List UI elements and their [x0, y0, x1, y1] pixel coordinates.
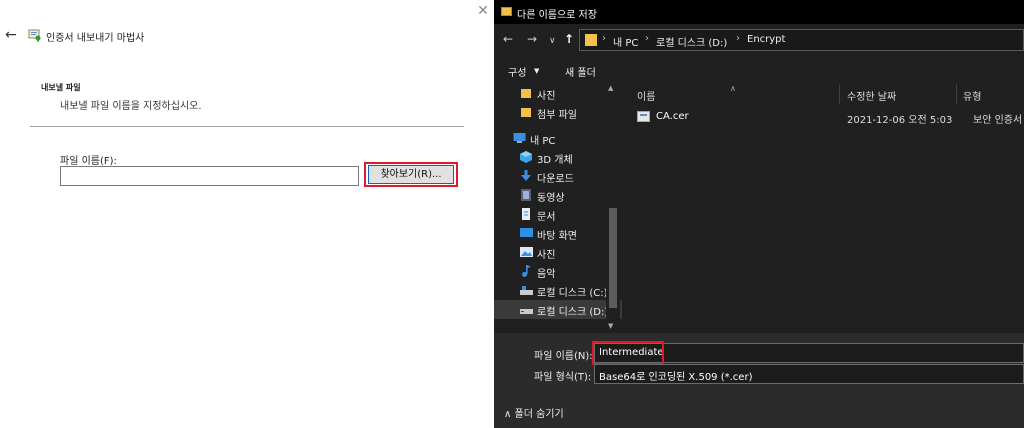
- sidebar-item-label: 사진: [537, 91, 556, 102]
- sidebar-item-desktop[interactable]: 바탕 화면: [494, 224, 622, 243]
- desktop-icon: [520, 227, 533, 239]
- breadcrumb-separator: ›: [736, 33, 740, 44]
- section-title: 내보낼 파일: [41, 83, 81, 92]
- breadcrumb-item[interactable]: 내 PC: [613, 34, 638, 49]
- filename-label: 파일 이름(N):: [534, 351, 593, 362]
- certificate-icon: [28, 29, 41, 42]
- download-icon: [520, 170, 532, 182]
- sidebar-item-label: 로컬 디스크 (C:): [537, 288, 608, 299]
- folder-icon: [520, 87, 532, 99]
- back-arrow-icon[interactable]: ←: [503, 32, 513, 46]
- address-bar[interactable]: › 내 PC › 로컬 디스크 (D:) › Encrypt: [579, 29, 1024, 51]
- column-header-type[interactable]: 유형: [963, 88, 981, 103]
- scroll-up-icon[interactable]: ▲: [608, 84, 613, 92]
- sidebar-item-music[interactable]: 음악: [494, 262, 622, 281]
- video-icon: [520, 189, 532, 201]
- sidebar-item-label: 로컬 디스크 (D:): [537, 307, 609, 318]
- navigation-pane: 사진 첨부 파일 내 PC 3D 개체 다운로드 동영상 문서 바탕 화면 사진…: [494, 82, 622, 332]
- scrollbar-thumb[interactable]: [609, 208, 617, 308]
- sidebar-item-pictures[interactable]: 사진: [494, 243, 622, 262]
- drive-icon: [520, 303, 533, 315]
- new-folder-button[interactable]: 새 폴더: [565, 64, 596, 79]
- sidebar-item-label: 3D 개체: [537, 155, 573, 166]
- filetype-label: 파일 형식(T):: [534, 372, 592, 383]
- sidebar-item-documents[interactable]: 문서: [494, 205, 622, 224]
- back-arrow-icon[interactable]: ←: [5, 27, 17, 43]
- certificate-file-icon: [637, 111, 650, 122]
- sidebar-item-attachments[interactable]: 첨부 파일: [494, 103, 622, 122]
- section-subtitle: 내보낼 파일 이름을 지정하십시오.: [60, 101, 202, 112]
- close-icon[interactable]: ✕: [476, 4, 490, 18]
- file-type: 보안 인증서: [973, 115, 1023, 126]
- dialog-titlebar: 다른 이름으로 저장: [494, 0, 1024, 24]
- up-arrow-icon[interactable]: ↑: [564, 32, 574, 46]
- sidebar-item-label: 바탕 화면: [537, 231, 577, 242]
- folder-icon: [585, 34, 597, 46]
- file-date: 2021-12-06 오전 5:03: [847, 115, 953, 126]
- save-as-dialog: 다른 이름으로 저장 ← → ∨ ↑ › 내 PC › 로컬 디스크 (D:) …: [494, 0, 1024, 428]
- sort-caret-icon: ∧: [730, 84, 736, 93]
- sidebar-item-label: 내 PC: [530, 136, 556, 147]
- dialog-title: 다른 이름으로 저장: [517, 10, 597, 21]
- sidebar-item-drive-c[interactable]: 로컬 디스크 (C:): [494, 281, 622, 300]
- column-divider[interactable]: [956, 84, 957, 104]
- hide-folders-button[interactable]: ∧ 폴더 숨기기: [504, 405, 564, 420]
- drive-icon: [520, 284, 533, 296]
- column-header-name[interactable]: 이름: [637, 88, 655, 103]
- file-row[interactable]: CA.cer 2021-12-06 오전 5:03 보안 인증서: [624, 108, 1024, 126]
- breadcrumb-item[interactable]: 로컬 디스크 (D:): [656, 34, 727, 49]
- recent-locations-chevron-icon[interactable]: ∨: [549, 34, 556, 48]
- sidebar-item-pictures-quick[interactable]: 사진: [494, 84, 622, 103]
- browse-button[interactable]: 찾아보기(R)...: [368, 165, 454, 184]
- forward-arrow-icon[interactable]: →: [527, 32, 537, 46]
- music-icon: [520, 265, 532, 277]
- organize-button[interactable]: 구성: [508, 64, 526, 79]
- sidebar-item-3d-objects[interactable]: 3D 개체: [494, 148, 622, 167]
- sidebar-item-label: 첨부 파일: [537, 110, 577, 121]
- breadcrumb-separator: ›: [645, 33, 649, 44]
- folder-icon: [520, 106, 532, 118]
- filename-label: 파일 이름(F):: [60, 156, 117, 167]
- file-list: ∧ 이름 수정한 날짜 유형 CA.cer 2021-12-06 오전 5:03…: [624, 82, 1024, 332]
- 3d-objects-icon: [520, 151, 532, 163]
- breadcrumb-separator: ›: [602, 33, 606, 44]
- divider: [30, 126, 464, 127]
- column-header-date[interactable]: 수정한 날짜: [847, 88, 896, 103]
- folder-icon: [501, 7, 512, 16]
- sidebar-item-label: 음악: [537, 269, 556, 280]
- scroll-down-icon[interactable]: ▼: [608, 322, 613, 330]
- navigation-scrollbar[interactable]: ▲ ▼: [606, 82, 620, 332]
- sidebar-item-label: 문서: [537, 212, 556, 223]
- computer-icon: [513, 132, 526, 144]
- certificate-export-wizard: ✕ ← 인증서 내보내기 마법사 내보낼 파일 내보낼 파일 이름을 지정하십시…: [0, 0, 494, 428]
- sidebar-item-this-pc[interactable]: 내 PC: [494, 129, 622, 148]
- document-icon: [520, 208, 532, 220]
- sidebar-item-label: 동영상: [537, 193, 565, 204]
- column-divider[interactable]: [839, 84, 840, 104]
- filetype-select[interactable]: Base64로 인코딩된 X.509 (*.cer): [594, 364, 1024, 384]
- filename-input[interactable]: [60, 166, 359, 186]
- filename-highlight-box: [592, 341, 664, 365]
- sidebar-item-downloads[interactable]: 다운로드: [494, 167, 622, 186]
- sidebar-item-drive-d[interactable]: 로컬 디스크 (D:): [494, 300, 622, 319]
- breadcrumb-item[interactable]: Encrypt: [747, 34, 785, 45]
- file-name: CA.cer: [656, 111, 689, 122]
- save-options-panel: 파일 이름(N): Intermediate 파일 형식(T): Base64로…: [494, 333, 1024, 428]
- dropdown-arrow-icon[interactable]: ▼: [534, 67, 539, 75]
- sidebar-item-videos[interactable]: 동영상: [494, 186, 622, 205]
- sidebar-item-label: 다운로드: [537, 174, 574, 185]
- filetype-value: Base64로 인코딩된 X.509 (*.cer): [599, 372, 753, 383]
- sidebar-item-label: 사진: [537, 250, 556, 261]
- wizard-title: 인증서 내보내기 마법사: [46, 33, 145, 44]
- pictures-icon: [520, 246, 533, 258]
